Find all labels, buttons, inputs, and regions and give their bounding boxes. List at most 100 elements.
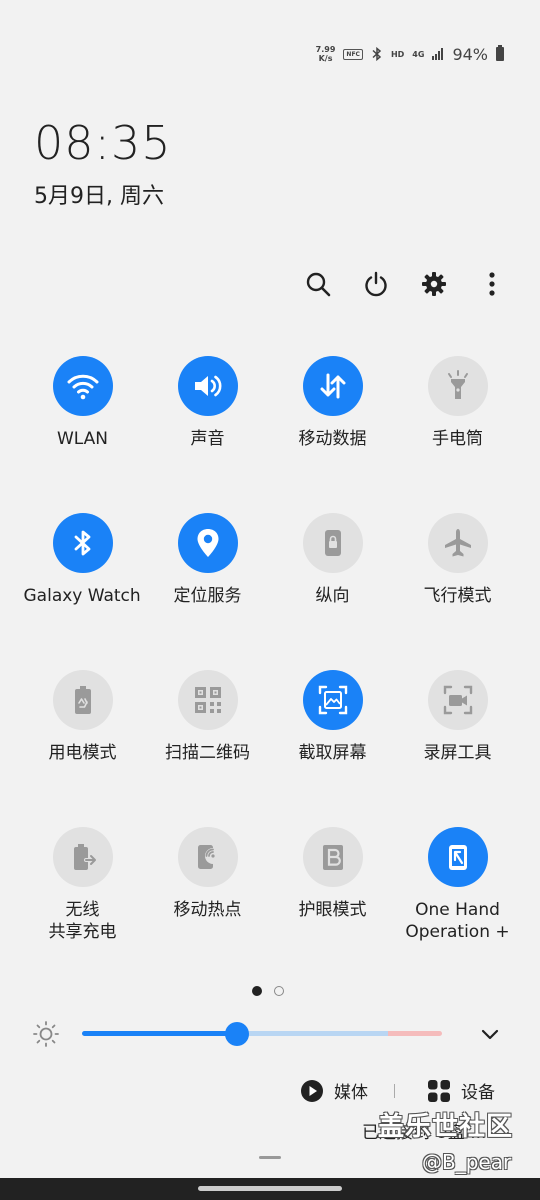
portrait-lock-icon [324, 530, 341, 556]
tile-one-hand-circle[interactable] [427, 827, 488, 887]
tile-portrait-label: 纵向 [315, 586, 350, 606]
page-indicator [252, 986, 284, 996]
tile-airplane-label: 飞行模式 [423, 586, 492, 606]
tile-wireless-share-label-line2: 共享充电 [48, 922, 117, 942]
tile-flashlight[interactable]: 手电筒 [395, 356, 520, 450]
home-gesture-bar[interactable] [198, 1186, 342, 1191]
expand-button[interactable] [478, 1022, 502, 1050]
brightness-sun-icon [33, 1021, 59, 1047]
tile-location-circle[interactable] [177, 513, 238, 573]
tile-one-hand[interactable]: One Hand Operation + [395, 827, 520, 943]
wifi-icon [67, 374, 98, 400]
tile-eye-comfort-label: 护眼模式 [298, 900, 367, 920]
data-arrows-icon [320, 373, 345, 399]
play-circle-icon [301, 1079, 323, 1102]
net-speed-value: 7.99 [315, 45, 336, 54]
qr-code-icon [194, 687, 221, 713]
tile-one-hand-label-line2: Operation + [405, 922, 510, 942]
network-speed: 7.99 K/s [316, 45, 336, 63]
brightness-track-fill [82, 1031, 237, 1036]
gear-icon [422, 272, 446, 296]
tile-wlan-circle[interactable] [52, 356, 113, 416]
media-button[interactable]: 媒体 [300, 1078, 368, 1103]
page-dot-1[interactable] [252, 986, 262, 996]
search-icon [306, 272, 331, 297]
airplane-icon [444, 529, 471, 557]
clock-date[interactable]: 5月9日, 周六 [34, 178, 164, 210]
wireless-share-icon [73, 844, 97, 870]
tile-location[interactable]: 定位服务 [145, 513, 270, 607]
devices-label: 设备 [461, 1083, 495, 1103]
tile-screenshot-label: 截取屏幕 [298, 743, 367, 763]
tile-eye-comfort[interactable]: 护眼模式 [270, 827, 395, 921]
tile-hotspot[interactable]: 移动热点 [145, 827, 270, 921]
one-hand-icon [448, 845, 467, 870]
net-speed-unit: K/s [318, 54, 333, 63]
brightness-track-high-zone [388, 1031, 442, 1036]
tile-wireless-share-circle[interactable] [52, 827, 113, 887]
volume-icon [194, 375, 221, 397]
settings-button[interactable] [410, 264, 458, 304]
tile-mobile-data[interactable]: 移动数据 [270, 356, 395, 450]
tile-screen-record-label: 录屏工具 [423, 743, 492, 763]
screen-record-icon [443, 685, 472, 715]
tile-portrait-circle[interactable] [302, 513, 363, 573]
tile-portrait[interactable]: 纵向 [270, 513, 395, 607]
watermark-handle: @B_pear [422, 1150, 512, 1174]
tile-mobile-data-circle[interactable] [302, 356, 363, 416]
eye-comfort-icon [322, 845, 343, 870]
media-devices-row: 媒体 设备 [300, 1078, 495, 1103]
tile-screenshot-circle[interactable] [302, 670, 363, 730]
search-button[interactable] [294, 264, 342, 304]
devices-grid-icon [428, 1079, 450, 1102]
tile-wlan[interactable]: WLAN [20, 356, 145, 450]
panel-drag-handle[interactable] [259, 1156, 281, 1159]
tile-qr-scan-label: 扫描二维码 [165, 743, 250, 763]
brightness-track[interactable] [82, 1031, 442, 1036]
tile-mobile-data-label: 移动数据 [298, 429, 367, 449]
brightness-thumb[interactable] [224, 1022, 249, 1046]
tile-flashlight-label: 手电筒 [432, 429, 483, 449]
tile-wireless-share[interactable]: 无线 共享充电 [20, 827, 145, 943]
divider [394, 1083, 395, 1098]
hd-icon: HD [390, 49, 405, 59]
tile-qr-scan-circle[interactable] [177, 670, 238, 730]
more-vert-icon [489, 272, 495, 296]
power-button[interactable] [352, 264, 400, 304]
tile-sound-circle[interactable] [177, 356, 238, 416]
chevron-down-icon [481, 1029, 499, 1040]
devices-button[interactable]: 设备 [427, 1078, 495, 1103]
tile-bluetooth-circle[interactable] [52, 513, 113, 573]
tile-screenshot[interactable]: 截取屏幕 [270, 670, 395, 764]
tile-sound[interactable]: 声音 [145, 356, 270, 450]
clock-time[interactable]: 08:35 [34, 116, 172, 170]
network-type-icon: 4G [412, 49, 425, 59]
flashlight-icon [447, 370, 468, 399]
power-icon [365, 271, 387, 297]
location-pin-icon [197, 529, 218, 557]
tile-hotspot-label: 移动热点 [173, 900, 242, 920]
watermark-title: 盖乐世社区 [378, 1112, 514, 1142]
tile-bluetooth[interactable]: Galaxy Watch [20, 513, 145, 607]
bluetooth-icon [74, 530, 90, 556]
tile-screen-record[interactable]: 录屏工具 [395, 670, 520, 764]
more-options-button[interactable] [468, 264, 516, 304]
tile-eye-comfort-circle[interactable] [302, 827, 363, 887]
page-dot-2[interactable] [274, 986, 284, 996]
tile-airplane[interactable]: 飞行模式 [395, 513, 520, 607]
battery-icon [496, 45, 504, 61]
tile-power-mode-circle[interactable] [52, 670, 113, 730]
tile-qr-scan[interactable]: 扫描二维码 [145, 670, 270, 764]
tile-airplane-circle[interactable] [427, 513, 488, 573]
tile-hotspot-circle[interactable] [177, 827, 238, 887]
tile-power-mode[interactable]: 用电模式 [20, 670, 145, 764]
tile-wireless-share-label-line1: 无线 [65, 900, 100, 920]
brightness-slider[interactable] [32, 1018, 510, 1050]
tile-power-mode-label: 用电模式 [48, 743, 117, 763]
bluetooth-status-icon [372, 47, 382, 61]
battery-recycle-icon [74, 686, 91, 714]
tile-bluetooth-label: Galaxy Watch [23, 586, 141, 606]
nfc-icon: NFC [343, 48, 363, 60]
tile-screen-record-circle[interactable] [427, 670, 488, 730]
tile-flashlight-circle[interactable] [427, 356, 488, 416]
